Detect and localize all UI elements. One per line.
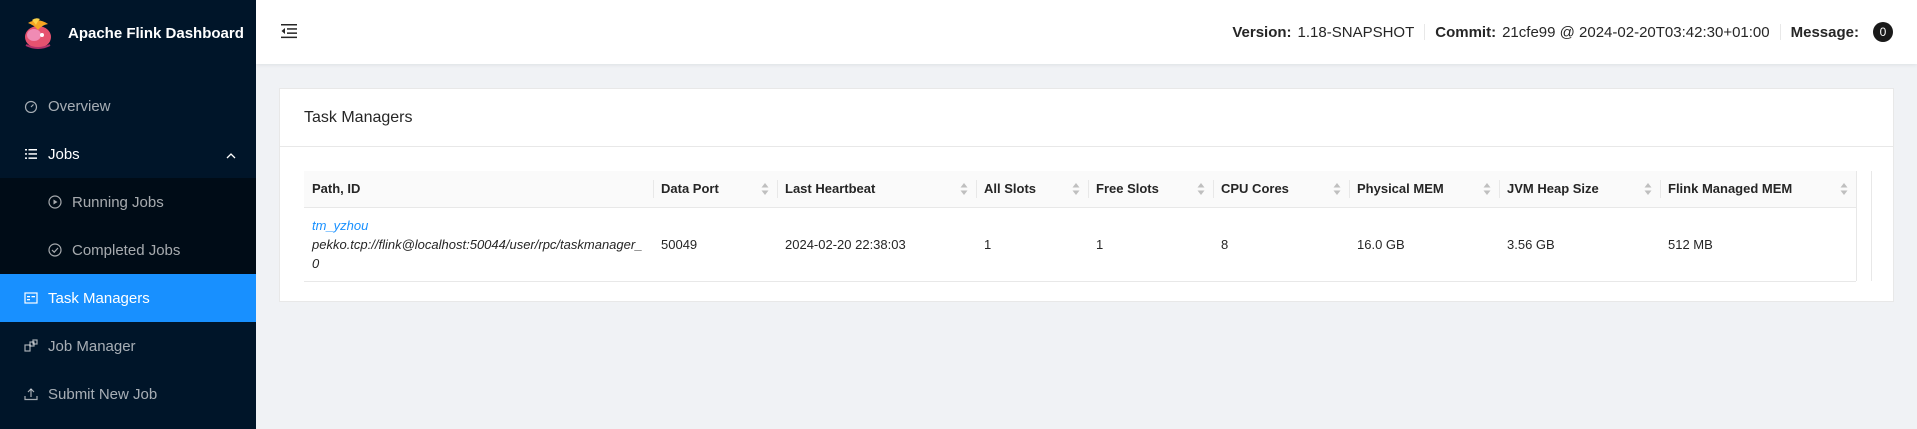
upload-icon [24, 387, 38, 401]
sort-icon[interactable] [1333, 182, 1341, 196]
flink-managed-mem-cell: 512 MB [1660, 207, 1856, 282]
column-label: Path, ID [312, 181, 361, 197]
chevron-up-icon [226, 148, 236, 159]
sort-icon[interactable] [1072, 182, 1080, 196]
last-heartbeat-cell: 2024-02-20 22:38:03 [777, 207, 976, 282]
sort-icon[interactable] [1483, 182, 1491, 196]
schedule-icon [24, 291, 38, 305]
sidebar-item-label: Submit New Job [48, 385, 158, 403]
build-icon [24, 339, 38, 353]
column-label: JVM Heap Size [1507, 181, 1599, 197]
sort-icon[interactable] [1644, 182, 1652, 196]
jobs-submenu: Running Jobs Completed Jobs [0, 178, 256, 274]
physical-mem-cell: 16.0 GB [1349, 207, 1499, 282]
flink-logo-icon [20, 15, 56, 51]
task-manager-id-link[interactable]: tm_yzhou [312, 218, 368, 233]
version-value: 1.18-SNAPSHOT [1297, 23, 1415, 41]
version-label: Version: [1232, 23, 1292, 41]
table-header-row: Path, ID Data Port Last Heartbeat All Sl… [304, 171, 1856, 208]
sidebar-item-running-jobs[interactable]: Running Jobs [0, 178, 256, 226]
sidebar-item-completed-jobs[interactable]: Completed Jobs [0, 226, 256, 274]
column-header-last-heartbeat[interactable]: Last Heartbeat [777, 171, 976, 208]
sidebar-item-job-manager[interactable]: Job Manager [0, 322, 256, 370]
dashboard-icon [24, 99, 38, 113]
logo[interactable]: Apache Flink Dashboard [0, 0, 256, 66]
table-row[interactable]: tm_yzhou pekko.tcp://flink@localhost:500… [304, 207, 1856, 282]
path-text: pekko.tcp://flink@localhost:50044/user/r… [312, 236, 643, 252]
sidebar-item-overview[interactable]: Overview [0, 82, 256, 130]
sidebar-item-label: Jobs [48, 145, 80, 163]
sidebar-item-label: Completed Jobs [72, 241, 181, 259]
data-port-cell: 50049 [653, 207, 777, 282]
free-slots-cell: 1 [1088, 207, 1213, 282]
path-id-cell: tm_yzhou pekko.tcp://flink@localhost:500… [304, 207, 653, 282]
column-label: Last Heartbeat [785, 181, 876, 197]
jvm-heap-size-cell: 3.56 GB [1499, 207, 1660, 282]
version-info: Version: 1.18-SNAPSHOT [1222, 24, 1424, 41]
column-header-path-id[interactable]: Path, ID [304, 171, 653, 208]
sidebar-item-jobs[interactable]: Jobs [0, 130, 256, 178]
sidebar: Apache Flink Dashboard Overview Jobs Run… [0, 0, 256, 429]
list-icon [24, 147, 38, 161]
sidebar-item-task-managers[interactable]: Task Managers [0, 274, 256, 322]
page-title: Task Managers [280, 89, 1893, 147]
header-info: Version: 1.18-SNAPSHOT Commit: 21cfe99 @… [1222, 0, 1917, 64]
path-text-continued: 0 [312, 255, 320, 271]
sidebar-item-submit-new-job[interactable]: Submit New Job [0, 370, 256, 418]
column-header-flink-managed-mem[interactable]: Flink Managed MEM [1660, 171, 1856, 208]
cpu-cores-cell: 8 [1213, 207, 1349, 282]
column-label: All Slots [984, 181, 1037, 197]
column-header-all-slots[interactable]: All Slots [976, 171, 1088, 208]
commit-label: Commit: [1435, 23, 1497, 41]
sidebar-item-label: Job Manager [48, 337, 136, 355]
column-header-cpu-cores[interactable]: CPU Cores [1213, 171, 1349, 208]
commit-value: 21cfe99 @ 2024-02-20T03:42:30+01:00 [1502, 23, 1770, 41]
sidebar-item-label: Overview [48, 97, 111, 115]
task-managers-table: Path, ID Data Port Last Heartbeat All Sl… [304, 171, 1872, 282]
sort-icon[interactable] [960, 182, 968, 196]
all-slots-cell: 1 [976, 207, 1088, 282]
message-info[interactable]: Message: 0 [1781, 22, 1917, 42]
task-managers-card: Task Managers Path, ID Data Port Last He… [279, 88, 1894, 302]
column-header-jvm-heap-size[interactable]: JVM Heap Size [1499, 171, 1660, 208]
top-header: Version: 1.18-SNAPSHOT Commit: 21cfe99 @… [256, 0, 1917, 64]
column-label: Data Port [661, 181, 719, 197]
sort-icon[interactable] [1840, 182, 1848, 196]
column-label: Physical MEM [1357, 181, 1444, 197]
sidebar-item-label: Running Jobs [72, 193, 164, 211]
table-scrollbar[interactable] [1856, 171, 1872, 281]
column-label: Flink Managed MEM [1668, 181, 1793, 197]
menu-fold-icon[interactable] [280, 22, 298, 40]
sort-icon[interactable] [1197, 182, 1205, 196]
column-label: Free Slots [1096, 181, 1159, 197]
column-header-free-slots[interactable]: Free Slots [1088, 171, 1213, 208]
column-header-data-port[interactable]: Data Port [653, 171, 777, 208]
commit-info: Commit: 21cfe99 @ 2024-02-20T03:42:30+01… [1425, 24, 1779, 41]
sort-icon[interactable] [761, 182, 769, 196]
message-label: Message: [1790, 23, 1859, 41]
play-circle-icon [48, 195, 62, 209]
check-circle-icon [48, 243, 62, 257]
sidebar-item-label: Task Managers [48, 289, 150, 307]
app-title: Apache Flink Dashboard [68, 24, 244, 42]
message-count-badge[interactable]: 0 [1873, 22, 1893, 42]
column-header-physical-mem[interactable]: Physical MEM [1349, 171, 1499, 208]
column-label: CPU Cores [1221, 181, 1289, 197]
